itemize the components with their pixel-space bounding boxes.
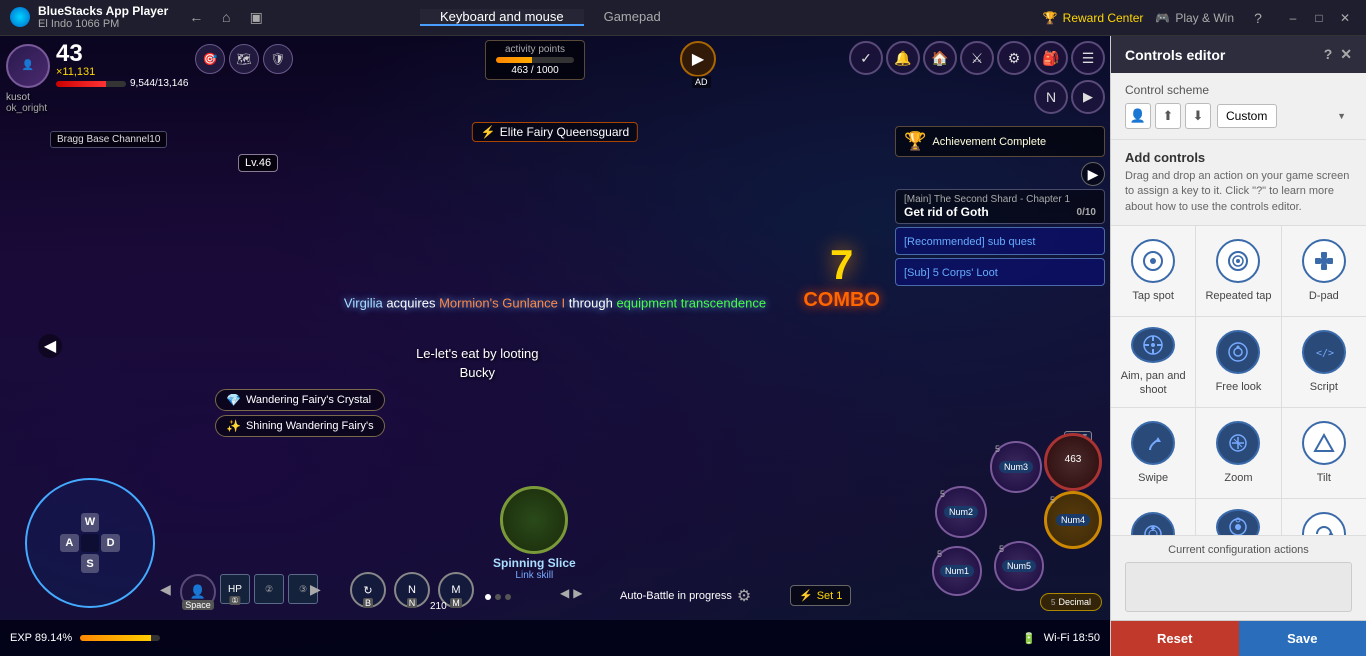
control-d-pad[interactable]: D-pad bbox=[1282, 226, 1366, 316]
back-button[interactable]: ← bbox=[184, 5, 208, 29]
nav-icons: ← ⌂ ▣ bbox=[184, 5, 268, 29]
controls-header: Controls editor ? ✕ bbox=[1111, 36, 1366, 73]
window-button[interactable]: ▣ bbox=[244, 5, 268, 29]
current-config-title: Current configuration actions bbox=[1125, 544, 1352, 556]
d-pad-label: D-pad bbox=[1309, 289, 1339, 303]
control-script[interactable]: </> Script bbox=[1282, 317, 1366, 407]
tab-area: Keyboard and mouse Gamepad bbox=[420, 9, 1033, 26]
control-scheme-section: Control scheme 👤 ⬆ ⬇ Custom bbox=[1111, 73, 1366, 140]
tab-gamepad[interactable]: Gamepad bbox=[584, 9, 681, 26]
scheme-action-icons: 👤 ⬆ ⬇ bbox=[1125, 103, 1211, 129]
controls-title: Controls editor bbox=[1125, 47, 1225, 63]
repeated-tap-label: Repeated tap bbox=[1205, 289, 1271, 303]
control-tap-spot[interactable]: Tap spot bbox=[1111, 226, 1195, 316]
help-icon[interactable]: ? bbox=[1324, 46, 1333, 63]
main-area: 👤 43 ×11,131 9,544/13,146 kusot ok_orig bbox=[0, 36, 1366, 656]
aim-pan-shoot-label: Aim, pan and shoot bbox=[1116, 369, 1190, 398]
help-button[interactable]: ? bbox=[1246, 6, 1270, 30]
tilt-label: Tilt bbox=[1317, 471, 1331, 485]
d-pad-icon bbox=[1302, 239, 1346, 283]
reward-center-label: Reward Center bbox=[1063, 11, 1144, 25]
swipe-icon bbox=[1131, 421, 1175, 465]
svg-text:</>: </> bbox=[1316, 348, 1334, 359]
scheme-label: Control scheme bbox=[1125, 83, 1352, 97]
script-icon: </> bbox=[1302, 330, 1346, 374]
top-bar-left: BlueStacks App Player El Indo 1066 PM ← … bbox=[0, 4, 420, 32]
control-free-look[interactable]: Free look bbox=[1196, 317, 1280, 407]
moba-d-pad-icon bbox=[1131, 512, 1175, 535]
app-subtitle: El Indo 1066 PM bbox=[38, 18, 119, 30]
scheme-upload-icon[interactable]: ⬆ bbox=[1155, 103, 1181, 129]
zoom-label: Zoom bbox=[1224, 471, 1252, 485]
controls-grid: Tap spot Repeated tap D-pad bbox=[1111, 226, 1366, 535]
add-controls-section: Add controls Drag and drop an action on … bbox=[1111, 140, 1366, 226]
controls-header-icons: ? ✕ bbox=[1324, 46, 1352, 63]
top-bar-right: 🏆 Reward Center 🎮 Play & Win ? – □ ✕ bbox=[1033, 6, 1366, 30]
save-button[interactable]: Save bbox=[1239, 621, 1366, 656]
control-rotate[interactable]: Rotate bbox=[1282, 499, 1366, 535]
scheme-user-icon[interactable]: 👤 bbox=[1125, 103, 1151, 129]
add-controls-title: Add controls bbox=[1125, 150, 1352, 165]
control-swipe[interactable]: Swipe bbox=[1111, 408, 1195, 498]
control-moba-d-pad[interactable]: MOBA D-Pad bbox=[1111, 499, 1195, 535]
control-aim-pan-shoot[interactable]: Aim, pan and shoot bbox=[1111, 317, 1195, 407]
maximize-button[interactable]: □ bbox=[1308, 7, 1330, 29]
scheme-select-wrapper: Custom bbox=[1217, 104, 1352, 128]
scheme-select[interactable]: Custom bbox=[1217, 104, 1277, 128]
app-name: BlueStacks App Player bbox=[38, 4, 168, 18]
bottom-buttons: Reset Save bbox=[1111, 620, 1366, 656]
tap-spot-icon bbox=[1131, 239, 1175, 283]
window-controls: – □ ✕ bbox=[1282, 7, 1356, 29]
scheme-download-icon[interactable]: ⬇ bbox=[1185, 103, 1211, 129]
controls-panel: Controls editor ? ✕ Control scheme 👤 ⬆ ⬇… bbox=[1110, 36, 1366, 656]
tilt-icon bbox=[1302, 421, 1346, 465]
add-controls-desc: Drag and drop an action on your game scr… bbox=[1125, 169, 1352, 215]
control-tilt[interactable]: Tilt bbox=[1282, 408, 1366, 498]
scheme-row: 👤 ⬆ ⬇ Custom bbox=[1125, 103, 1352, 129]
reward-center-button[interactable]: 🏆 Reward Center bbox=[1043, 11, 1144, 25]
reset-button[interactable]: Reset bbox=[1111, 621, 1239, 656]
control-repeated-tap[interactable]: Repeated tap bbox=[1196, 226, 1280, 316]
close-button[interactable]: ✕ bbox=[1334, 7, 1356, 29]
tab-gamepad-label: Gamepad bbox=[604, 9, 661, 24]
aim-pan-shoot-icon bbox=[1131, 327, 1175, 362]
config-actions-area bbox=[1125, 562, 1352, 612]
play-icon: 🎮 bbox=[1155, 11, 1170, 25]
free-look-label: Free look bbox=[1216, 380, 1262, 394]
script-label: Script bbox=[1310, 380, 1338, 394]
controls-close-icon[interactable]: ✕ bbox=[1340, 46, 1352, 63]
rotate-icon bbox=[1302, 512, 1346, 535]
moba-skill-pad-icon bbox=[1216, 509, 1260, 535]
game-background bbox=[0, 36, 1110, 656]
tab-keyboard[interactable]: Keyboard and mouse bbox=[420, 9, 584, 26]
top-bar: BlueStacks App Player El Indo 1066 PM ← … bbox=[0, 0, 1366, 36]
home-button[interactable]: ⌂ bbox=[214, 5, 238, 29]
zoom-icon bbox=[1216, 421, 1260, 465]
current-config-section: Current configuration actions bbox=[1111, 535, 1366, 620]
app-title: BlueStacks App Player El Indo 1066 PM bbox=[38, 4, 168, 32]
swipe-label: Swipe bbox=[1138, 471, 1168, 485]
play-win-button[interactable]: 🎮 Play & Win bbox=[1155, 11, 1234, 25]
play-win-label: Play & Win bbox=[1175, 11, 1234, 25]
free-look-icon bbox=[1216, 330, 1260, 374]
control-moba-skill-pad[interactable]: MOBA Skill pad bbox=[1196, 499, 1280, 535]
repeated-tap-icon bbox=[1216, 239, 1260, 283]
tab-keyboard-label: Keyboard and mouse bbox=[440, 9, 564, 24]
trophy-icon: 🏆 bbox=[1043, 11, 1058, 25]
control-zoom[interactable]: Zoom bbox=[1196, 408, 1280, 498]
minimize-button[interactable]: – bbox=[1282, 7, 1304, 29]
tap-spot-label: Tap spot bbox=[1132, 289, 1174, 303]
bluestacks-logo bbox=[10, 7, 30, 27]
game-screen[interactable]: 👤 43 ×11,131 9,544/13,146 kusot ok_orig bbox=[0, 36, 1110, 656]
